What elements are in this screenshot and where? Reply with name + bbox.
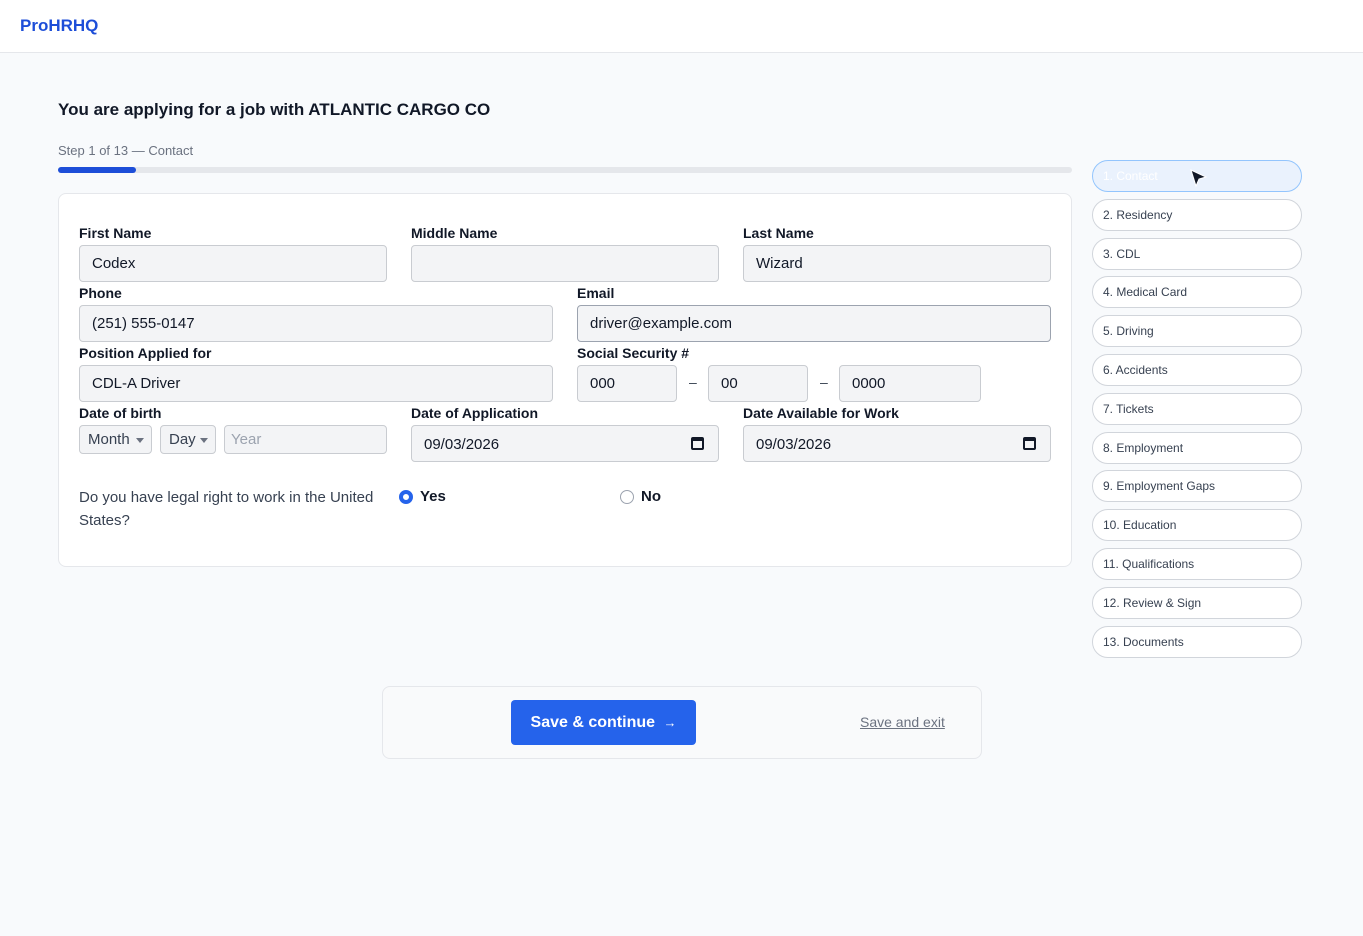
step-nav-item[interactable]: 5. Driving [1092, 315, 1302, 348]
first-name-input[interactable] [79, 245, 387, 282]
date-application-input[interactable]: 09/03/2026 [411, 425, 719, 462]
step-nav-item[interactable]: 6. Accidents [1092, 354, 1302, 386]
date-available-value: 09/03/2026 [756, 436, 832, 453]
step-nav-item[interactable]: 7. Tickets [1092, 392, 1302, 425]
dob-day-select[interactable]: Day [160, 425, 216, 454]
step-indicator: Step 1 of 13 — Contact [58, 143, 194, 158]
date-available-label: Date Available for Work [743, 405, 899, 421]
last-name-label: Last Name [743, 225, 814, 241]
dob-month-select[interactable]: Month [79, 425, 152, 454]
dob-label: Date of birth [79, 405, 162, 421]
work-right-no-label[interactable]: No [641, 488, 661, 505]
step-nav-item[interactable]: 12. Review & Sign [1092, 586, 1302, 619]
step-nav-item[interactable]: 2. Residency [1092, 198, 1302, 231]
dob-day-value: Day [169, 431, 196, 448]
ssn-part2-input[interactable] [708, 365, 808, 402]
email-input[interactable] [577, 305, 1051, 342]
progress-bar-fill [58, 167, 137, 173]
step-nav-item[interactable]: 8. Employment [1092, 431, 1302, 464]
contact-form: First Name Middle Name Last Name Phone E… [58, 193, 1072, 567]
step-nav-item[interactable]: 10. Education [1092, 509, 1302, 542]
email-label: Email [577, 285, 615, 301]
date-application-value: 09/03/2026 [424, 436, 500, 453]
work-right-no-radio[interactable] [620, 490, 634, 504]
position-label: Position Applied for [79, 345, 212, 361]
position-input[interactable] [79, 365, 553, 402]
step-nav-item[interactable]: 4. Medical Card [1092, 276, 1302, 309]
calendar-icon[interactable] [1023, 437, 1036, 450]
arrow-right-icon: → [663, 714, 677, 730]
work-right-question: Do you have legal right to work in the U… [79, 489, 374, 529]
date-application-label: Date of Application [411, 405, 539, 421]
form-actions: Save & continue → Save and exit [382, 686, 982, 759]
ssn-separator: – [689, 374, 697, 390]
ssn-part3-input[interactable] [839, 365, 981, 402]
work-right-yes-label[interactable]: Yes [420, 488, 446, 505]
save-exit-link[interactable]: Save and exit [860, 714, 945, 730]
mouse-cursor-icon [1190, 169, 1208, 188]
chevron-down-icon [200, 438, 208, 443]
last-name-input[interactable] [743, 245, 1051, 282]
top-bar: ProHRHQ [0, 0, 1363, 53]
save-continue-label: Save & continue [530, 713, 656, 731]
date-available-input[interactable]: 09/03/2026 [743, 425, 1051, 462]
save-continue-button[interactable]: Save & continue → [511, 700, 696, 745]
phone-label: Phone [79, 285, 122, 301]
middle-name-input[interactable] [411, 245, 719, 282]
dob-month-value: Month [88, 431, 130, 448]
chevron-down-icon [136, 438, 144, 443]
work-right-yes-radio[interactable] [399, 490, 413, 504]
page-title: You are applying for a job with ATLANTIC… [58, 100, 491, 119]
ssn-separator: – [820, 374, 828, 390]
middle-name-label: Middle Name [411, 225, 498, 241]
step-nav-item[interactable]: 13. Documents [1092, 625, 1302, 658]
phone-input[interactable] [79, 305, 553, 342]
brand-logo[interactable]: ProHRHQ [20, 16, 98, 36]
calendar-icon[interactable] [691, 437, 704, 450]
ssn-part1-input[interactable] [577, 365, 677, 402]
step-nav-item[interactable]: 11. Qualifications [1092, 548, 1302, 580]
step-nav-item[interactable]: 9. Employment Gaps [1092, 470, 1302, 503]
progress-bar [58, 167, 1072, 173]
step-nav-item[interactable]: 3. CDL [1092, 237, 1302, 270]
ssn-label: Social Security # [577, 345, 690, 361]
dob-year-input[interactable] [224, 425, 387, 454]
first-name-label: First Name [79, 225, 152, 241]
